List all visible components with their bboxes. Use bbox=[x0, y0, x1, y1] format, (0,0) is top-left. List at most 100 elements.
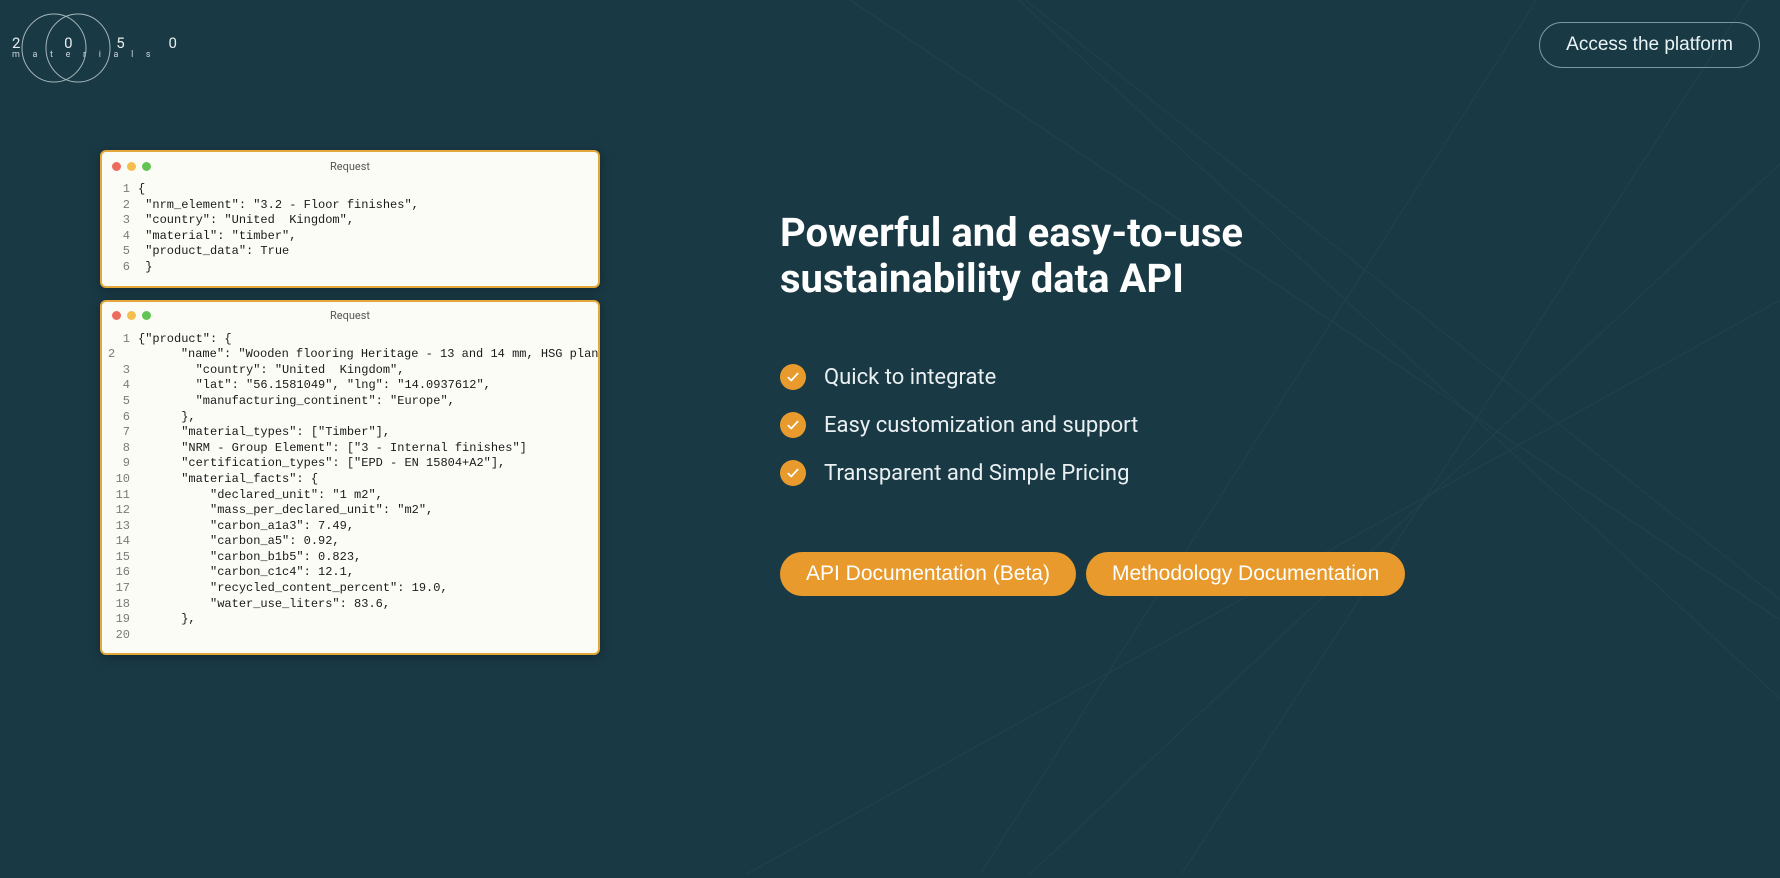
line-number: 15 bbox=[108, 550, 130, 566]
code-line: 8 "NRM - Group Element": ["3 - Internal … bbox=[108, 441, 592, 457]
code-text: {"product": { bbox=[138, 332, 232, 348]
line-number: 10 bbox=[108, 472, 130, 488]
code-text: { bbox=[138, 182, 145, 198]
code-text: "name": "Wooden flooring Heritage - 13 a… bbox=[123, 347, 600, 363]
line-number: 16 bbox=[108, 565, 130, 581]
code-line: 10 "material_facts": { bbox=[108, 472, 592, 488]
code-line: 15 "carbon_b1b5": 0.823, bbox=[108, 550, 592, 566]
code-text: "nrm_element": "3.2 - Floor finishes", bbox=[138, 198, 419, 214]
code-line: 14 "carbon_a5": 0.92, bbox=[108, 534, 592, 550]
line-number: 18 bbox=[108, 597, 130, 613]
code-window-1: Request1{"product": {2 "name": "Wooden f… bbox=[100, 300, 600, 656]
code-line: 3 "country": "United Kingdom", bbox=[108, 213, 592, 229]
code-line: 2 "name": "Wooden flooring Heritage - 13… bbox=[108, 347, 592, 363]
line-number: 5 bbox=[108, 244, 130, 260]
line-number: 19 bbox=[108, 612, 130, 628]
code-text: "NRM - Group Element": ["3 - Internal fi… bbox=[138, 441, 527, 457]
line-number: 4 bbox=[108, 378, 130, 394]
line-number: 5 bbox=[108, 394, 130, 410]
code-text: "lat": "56.1581049", "lng": "14.0937612"… bbox=[138, 378, 491, 394]
code-text: "manufacturing_continent": "Europe", bbox=[138, 394, 455, 410]
line-number: 12 bbox=[108, 503, 130, 519]
code-text: "country": "United Kingdom", bbox=[138, 213, 354, 229]
code-window-body: 1{"product": {2 "name": "Wooden flooring… bbox=[102, 330, 598, 654]
code-line: 4 "lat": "56.1581049", "lng": "14.093761… bbox=[108, 378, 592, 394]
code-text: }, bbox=[138, 410, 196, 426]
code-text: "material": "timber", bbox=[138, 229, 296, 245]
code-text: } bbox=[138, 260, 152, 276]
code-text: "carbon_b1b5": 0.823, bbox=[138, 550, 361, 566]
code-text: "mass_per_declared_unit": "m2", bbox=[138, 503, 433, 519]
code-text: "water_use_liters": 83.6, bbox=[138, 597, 390, 613]
header: 2 0 5 0 m a t e r i a l s Access the pla… bbox=[0, 0, 1780, 68]
line-number: 2 bbox=[108, 198, 130, 214]
brand-subtitle: m a t e r i a l s bbox=[12, 50, 156, 60]
code-line: 7 "material_types": ["Timber"], bbox=[108, 425, 592, 441]
code-window-title: Request bbox=[102, 309, 598, 322]
code-line: 5 "manufacturing_continent": "Europe", bbox=[108, 394, 592, 410]
line-number: 17 bbox=[108, 581, 130, 597]
feature-label: Quick to integrate bbox=[824, 365, 996, 390]
code-window-body: 1{2 "nrm_element": "3.2 - Floor finishes… bbox=[102, 180, 598, 286]
brand-logo: 2 0 5 0 m a t e r i a l s bbox=[6, 8, 197, 60]
code-text: "carbon_a1a3": 7.49, bbox=[138, 519, 354, 535]
line-number: 9 bbox=[108, 456, 130, 472]
code-line: 13 "carbon_a1a3": 7.49, bbox=[108, 519, 592, 535]
code-text: "declared_unit": "1 m2", bbox=[138, 488, 383, 504]
line-number: 1 bbox=[108, 332, 130, 348]
line-number: 1 bbox=[108, 182, 130, 198]
code-line: 2 "nrm_element": "3.2 - Floor finishes", bbox=[108, 198, 592, 214]
line-number: 14 bbox=[108, 534, 130, 550]
code-line: 1 {"product": { bbox=[108, 332, 592, 348]
code-line: 6 } bbox=[108, 260, 592, 276]
check-icon bbox=[780, 412, 806, 438]
line-number: 4 bbox=[108, 229, 130, 245]
code-text: "certification_types": ["EPD - EN 15804+… bbox=[138, 456, 505, 472]
feature-item: Easy customization and support bbox=[780, 412, 1420, 438]
feature-label: Easy customization and support bbox=[824, 413, 1138, 438]
code-line: 12 "mass_per_declared_unit": "m2", bbox=[108, 503, 592, 519]
code-line: 20 bbox=[108, 628, 592, 644]
code-window-titlebar: Request bbox=[102, 302, 598, 330]
code-window-titlebar: Request bbox=[102, 152, 598, 180]
api-documentation-button[interactable]: API Documentation (Beta) bbox=[780, 552, 1076, 596]
code-line: 9 "certification_types": ["EPD - EN 1580… bbox=[108, 456, 592, 472]
check-icon bbox=[780, 364, 806, 390]
code-line: 18 "water_use_liters": 83.6, bbox=[108, 597, 592, 613]
line-number: 11 bbox=[108, 488, 130, 504]
line-number: 8 bbox=[108, 441, 130, 457]
code-text: "material_facts": { bbox=[138, 472, 318, 488]
code-window-0: Request1{2 "nrm_element": "3.2 - Floor f… bbox=[100, 150, 600, 288]
code-line: 4 "material": "timber", bbox=[108, 229, 592, 245]
code-line: 19 }, bbox=[108, 612, 592, 628]
code-line: 1{ bbox=[108, 182, 592, 198]
code-line: 16 "carbon_c1c4": 12.1, bbox=[108, 565, 592, 581]
code-line: 17 "recycled_content_percent": 19.0, bbox=[108, 581, 592, 597]
feature-item: Quick to integrate bbox=[780, 364, 1420, 390]
code-text: "product_data": True bbox=[138, 244, 289, 260]
line-number: 13 bbox=[108, 519, 130, 535]
code-text: "country": "United Kingdom", bbox=[138, 363, 404, 379]
line-number: 6 bbox=[108, 260, 130, 276]
page-headline: Powerful and easy-to-use sustainability … bbox=[780, 210, 1420, 302]
code-line: 3 "country": "United Kingdom", bbox=[108, 363, 592, 379]
methodology-documentation-button[interactable]: Methodology Documentation bbox=[1086, 552, 1405, 596]
line-number: 3 bbox=[108, 363, 130, 379]
code-text: "material_types": ["Timber"], bbox=[138, 425, 390, 441]
code-line: 5 "product_data": True bbox=[108, 244, 592, 260]
code-line: 6 }, bbox=[108, 410, 592, 426]
code-text: "recycled_content_percent": 19.0, bbox=[138, 581, 448, 597]
access-platform-button[interactable]: Access the platform bbox=[1539, 22, 1760, 68]
line-number: 7 bbox=[108, 425, 130, 441]
line-number: 3 bbox=[108, 213, 130, 229]
code-window-title: Request bbox=[102, 160, 598, 173]
check-icon bbox=[780, 460, 806, 486]
line-number: 2 bbox=[108, 347, 115, 363]
code-text: "carbon_c1c4": 12.1, bbox=[138, 565, 354, 581]
code-line: 11 "declared_unit": "1 m2", bbox=[108, 488, 592, 504]
code-text: }, bbox=[138, 612, 196, 628]
line-number: 20 bbox=[108, 628, 130, 644]
code-text: "carbon_a5": 0.92, bbox=[138, 534, 340, 550]
feature-label: Transparent and Simple Pricing bbox=[824, 461, 1129, 486]
line-number: 6 bbox=[108, 410, 130, 426]
